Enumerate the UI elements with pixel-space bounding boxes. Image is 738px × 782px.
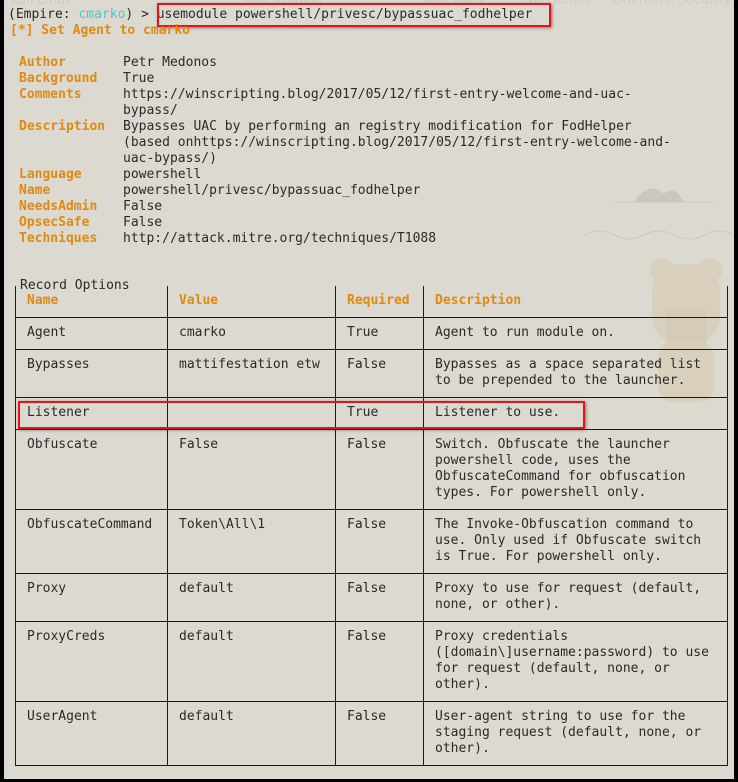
prompt-agent-name: cmarko bbox=[78, 7, 126, 22]
option-name: Listener bbox=[15, 397, 168, 430]
info-key-language: Language bbox=[19, 167, 82, 182]
option-value: mattifestation etw bbox=[167, 349, 336, 398]
option-name: Bypasses bbox=[15, 349, 168, 398]
command-text[interactable]: usemodule powershell/privesc/bypassuac_f… bbox=[157, 7, 533, 22]
option-required: False bbox=[335, 701, 424, 766]
info-value-language: powershell bbox=[123, 167, 202, 182]
table-row: ObfuscateCommand Token\All\1 False The I… bbox=[15, 509, 728, 574]
option-description: Proxy credentials ([domain\]username:pas… bbox=[423, 621, 728, 702]
island-watermark-icon bbox=[614, 188, 714, 203]
wave-watermark-icon bbox=[584, 230, 734, 240]
option-required: False bbox=[335, 509, 424, 574]
terminal-window[interactable]: Kali Linux Kali Training Kali Tools NetH… bbox=[4, 0, 734, 779]
info-key-needsadmin: NeedsAdmin bbox=[19, 199, 98, 214]
option-name: ObfuscateCommand bbox=[15, 509, 168, 574]
option-value: default bbox=[167, 621, 336, 702]
info-value-description-line1: Bypasses UAC by performing an registry m… bbox=[123, 119, 632, 134]
watermark-offensive-security: Offensive Security bbox=[612, 0, 732, 8]
option-name: ProxyCreds bbox=[15, 621, 168, 702]
watermark-nethunter: NetHunter bbox=[524, 0, 592, 8]
option-required: False bbox=[335, 349, 424, 398]
table-row: Agent cmarko True Agent to run module on… bbox=[15, 317, 728, 350]
column-header-required: Required bbox=[335, 286, 424, 318]
option-description: Switch. Obfuscate the launcher powershel… bbox=[423, 429, 728, 510]
info-key-opsecsafe: OpsecSafe bbox=[19, 215, 90, 230]
table-row: Bypasses mattifestation etw False Bypass… bbox=[15, 349, 728, 398]
info-value-techniques: http://attack.mitre.org/techniques/T1088 bbox=[123, 231, 437, 246]
option-description: The Invoke-Obfuscation command to use. O… bbox=[423, 509, 728, 574]
info-key-comments: Comments bbox=[19, 87, 82, 102]
status-message: [*] Set Agent to cmarko bbox=[10, 23, 191, 38]
info-key-author: Author bbox=[19, 55, 66, 70]
info-key-name: Name bbox=[19, 183, 51, 198]
option-name: Proxy bbox=[15, 573, 168, 622]
option-description: Bypasses as a space separated list to be… bbox=[423, 349, 728, 398]
option-value: default bbox=[167, 701, 336, 766]
option-name: Obfuscate bbox=[15, 429, 168, 510]
table-row: ProxyCreds default False Proxy credentia… bbox=[15, 621, 728, 702]
option-description: Agent to run module on. bbox=[423, 317, 728, 350]
option-required: False bbox=[335, 573, 424, 622]
prompt-suffix: ) > bbox=[125, 7, 157, 22]
table-row: Proxy default False Proxy to use for req… bbox=[15, 573, 728, 622]
column-header-value: Value bbox=[167, 286, 336, 318]
info-value-description-line3: uac-bypass/) bbox=[123, 151, 217, 166]
info-value-description-line2: (based onhttps://winscripting.blog/2017/… bbox=[123, 135, 671, 150]
record-options-caption: Record Options bbox=[19, 278, 131, 294]
option-required: True bbox=[335, 317, 424, 350]
option-value bbox=[167, 397, 336, 430]
info-key-background: Background bbox=[19, 71, 98, 86]
record-options-table: Name Value Required Description Agent cm… bbox=[15, 286, 728, 766]
table-row: Listener True Listener to use. bbox=[15, 397, 728, 430]
option-required: False bbox=[335, 621, 424, 702]
info-value-name: powershell/privesc/bypassuac_fodhelper bbox=[123, 183, 421, 198]
option-description: Listener to use. bbox=[423, 397, 728, 430]
info-key-description: Description bbox=[19, 119, 106, 134]
info-value-opsecsafe: False bbox=[123, 215, 163, 230]
option-required: False bbox=[335, 429, 424, 510]
prompt-line: (Empire: cmarko) > usemodule powershell/… bbox=[8, 7, 532, 23]
option-description: Proxy to use for request (default, none,… bbox=[423, 573, 728, 622]
option-value: False bbox=[167, 429, 336, 510]
option-description: User-agent string to use for the staging… bbox=[423, 701, 728, 766]
table-row: Obfuscate False False Switch. Obfuscate … bbox=[15, 429, 728, 510]
option-value: cmarko bbox=[167, 317, 336, 350]
info-value-needsadmin: False bbox=[123, 199, 163, 214]
option-value: default bbox=[167, 573, 336, 622]
table-row: UserAgent default False User-agent strin… bbox=[15, 701, 728, 766]
info-value-background: True bbox=[123, 71, 155, 86]
option-name: UserAgent bbox=[15, 701, 168, 766]
option-required: True bbox=[335, 397, 424, 430]
option-name: Agent bbox=[15, 317, 168, 350]
column-header-description: Description bbox=[423, 286, 728, 318]
info-value-comments-line1: https://winscripting.blog/2017/05/12/fir… bbox=[123, 87, 632, 102]
info-value-comments-line2: bypass/ bbox=[123, 103, 178, 118]
info-key-techniques: Techniques bbox=[19, 231, 98, 246]
option-value: Token\All\1 bbox=[167, 509, 336, 574]
info-value-author: Petr Medonos bbox=[123, 55, 217, 70]
prompt-prefix: (Empire: bbox=[8, 7, 79, 22]
